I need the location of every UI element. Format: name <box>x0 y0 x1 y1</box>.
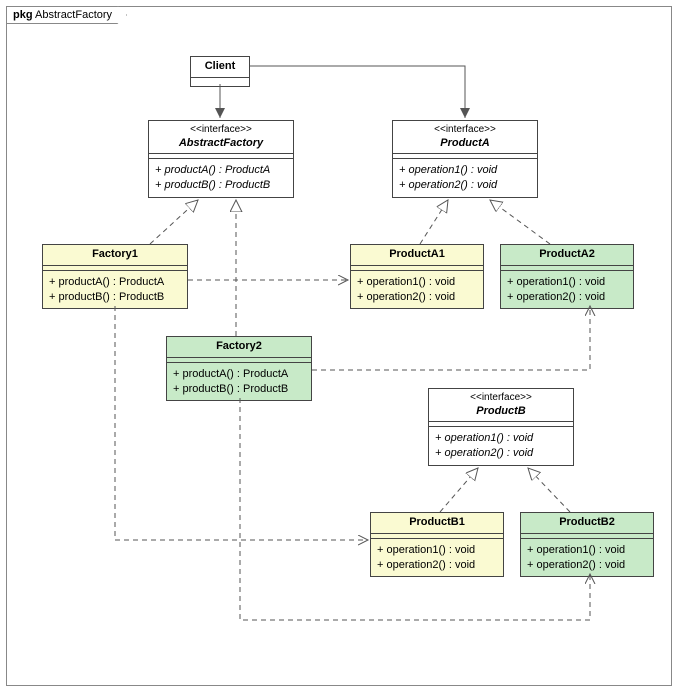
class-header: <<interface>> AbstractFactory <box>149 121 293 154</box>
class-product-a2: ProductA2 + operation1() : void + operat… <box>500 244 634 309</box>
class-product-b2: ProductB2 + operation1() : void + operat… <box>520 512 654 577</box>
class-header: ProductA2 <box>501 245 633 266</box>
class-product-a1: ProductA1 + operation1() : void + operat… <box>350 244 484 309</box>
package-name: AbstractFactory <box>35 9 112 21</box>
operation: + productA() : ProductA <box>49 275 181 290</box>
operation: + operation2() : void <box>527 558 647 573</box>
class-product-a: <<interface>> ProductA + operation1() : … <box>392 120 538 198</box>
class-product-b: <<interface>> ProductB + operation1() : … <box>428 388 574 466</box>
operations: + productA() : ProductA + productB() : P… <box>43 271 187 309</box>
class-name: Factory1 <box>47 248 183 262</box>
class-name: ProductB <box>433 405 569 419</box>
stereotype: <<interface>> <box>433 392 569 405</box>
class-header: <<interface>> ProductB <box>429 389 573 422</box>
class-header: ProductB1 <box>371 513 503 534</box>
operation: + operation2() : void <box>357 290 477 305</box>
class-header: Factory2 <box>167 337 311 358</box>
class-header: ProductA1 <box>351 245 483 266</box>
class-name: ProductB2 <box>525 516 649 530</box>
operation: + operation2() : void <box>435 446 567 461</box>
operation: + productB() : ProductB <box>49 290 181 305</box>
class-name: ProductA <box>397 137 533 151</box>
operation: + productB() : ProductB <box>155 178 287 193</box>
operation: + productA() : ProductA <box>173 367 305 382</box>
operation: + operation1() : void <box>377 543 497 558</box>
operations: + operation1() : void + operation2() : v… <box>371 539 503 577</box>
package-tab: pkg AbstractFactory <box>6 6 127 24</box>
class-body <box>191 78 249 86</box>
class-header: Client <box>191 57 249 78</box>
stereotype: <<interface>> <box>153 124 289 137</box>
class-header: ProductB2 <box>521 513 653 534</box>
operation: + operation1() : void <box>435 431 567 446</box>
operations: + operation1() : void + operation2() : v… <box>521 539 653 577</box>
operation: + productA() : ProductA <box>155 163 287 178</box>
package-frame: pkg AbstractFactory <box>6 6 672 686</box>
class-name: ProductB1 <box>375 516 499 530</box>
class-header: Factory1 <box>43 245 187 266</box>
stereotype: <<interface>> <box>397 124 533 137</box>
class-client: Client <box>190 56 250 87</box>
class-name: ProductA2 <box>505 248 629 262</box>
class-product-b1: ProductB1 + operation1() : void + operat… <box>370 512 504 577</box>
operations: + productA() : ProductA + productB() : P… <box>149 159 293 197</box>
operation: + operation1() : void <box>399 163 531 178</box>
operation: + operation1() : void <box>507 275 627 290</box>
class-name: AbstractFactory <box>153 137 289 151</box>
class-name: ProductA1 <box>355 248 479 262</box>
class-factory1: Factory1 + productA() : ProductA + produ… <box>42 244 188 309</box>
class-header: <<interface>> ProductA <box>393 121 537 154</box>
package-prefix: pkg <box>13 9 33 21</box>
operations: + operation1() : void + operation2() : v… <box>351 271 483 309</box>
diagram-canvas: pkg AbstractFactory Client <<interface>>… <box>0 0 680 694</box>
class-name: Factory2 <box>171 340 307 354</box>
operations: + productA() : ProductA + productB() : P… <box>167 363 311 401</box>
operations: + operation1() : void + operation2() : v… <box>429 427 573 465</box>
operation: + operation1() : void <box>357 275 477 290</box>
operation: + productB() : ProductB <box>173 382 305 397</box>
operation: + operation2() : void <box>507 290 627 305</box>
class-name: Client <box>195 60 245 74</box>
operation: + operation2() : void <box>399 178 531 193</box>
class-factory2: Factory2 + productA() : ProductA + produ… <box>166 336 312 401</box>
operation: + operation2() : void <box>377 558 497 573</box>
class-abstract-factory: <<interface>> AbstractFactory + productA… <box>148 120 294 198</box>
operation: + operation1() : void <box>527 543 647 558</box>
operations: + operation1() : void + operation2() : v… <box>393 159 537 197</box>
operations: + operation1() : void + operation2() : v… <box>501 271 633 309</box>
